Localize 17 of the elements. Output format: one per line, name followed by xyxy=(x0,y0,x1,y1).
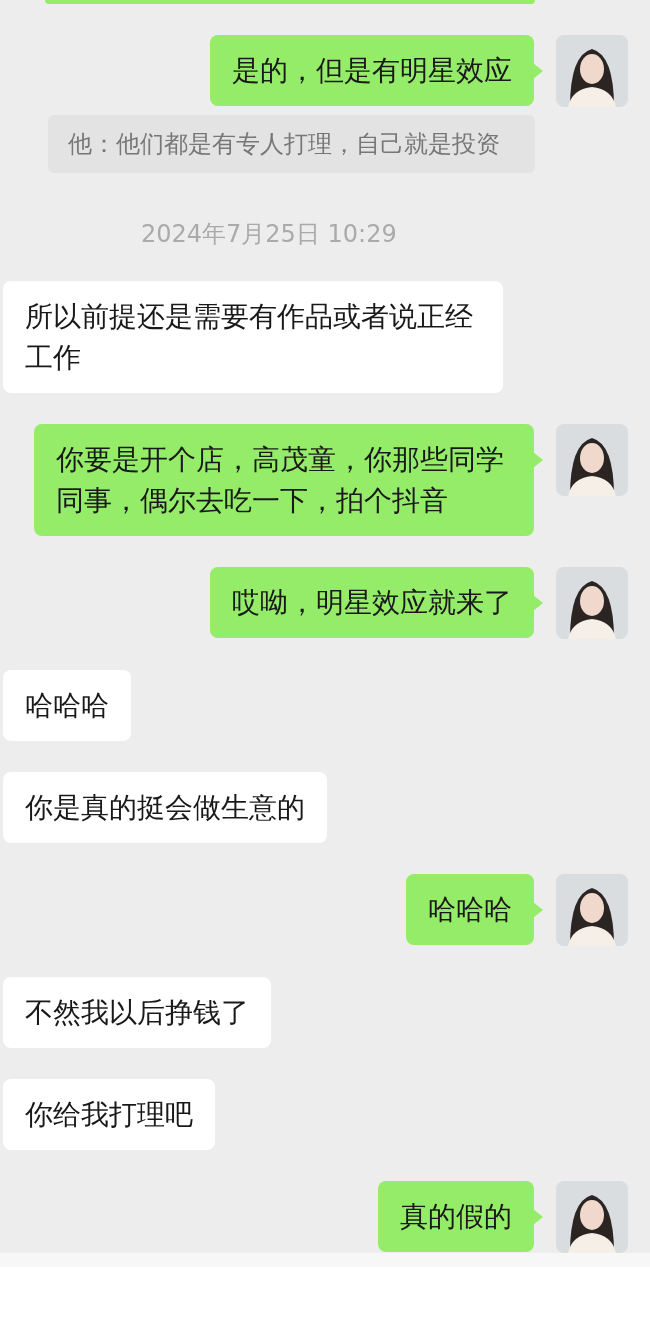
bubble-tail-icon xyxy=(533,63,543,79)
message-bubble: 不然我以后挣钱了 xyxy=(3,977,271,1048)
message-bubble: 你是真的挺会做生意的 xyxy=(3,772,327,843)
message-bubble: 你给我打理吧 xyxy=(3,1079,215,1150)
avatar-icon[interactable] xyxy=(556,424,628,496)
timestamp: 2024年7月25日 10:29 xyxy=(141,219,397,250)
avatar-icon[interactable] xyxy=(556,874,628,946)
bubble-tail-icon xyxy=(533,902,543,918)
avatar-icon[interactable] xyxy=(556,567,628,639)
quoted-message: 他：他们都是有专人打理，自己就是投资 xyxy=(48,115,535,173)
bubble-tail-icon xyxy=(533,1209,543,1225)
bubble-tail-icon xyxy=(533,595,543,611)
avatar-icon[interactable] xyxy=(556,1181,628,1253)
message-bubble: 所以前提还是需要有作品或者说正经工作 xyxy=(3,281,503,393)
avatar-icon[interactable] xyxy=(556,35,628,107)
bubble-tail-icon xyxy=(533,452,543,468)
message-bubble: 哈哈哈 xyxy=(3,670,131,741)
